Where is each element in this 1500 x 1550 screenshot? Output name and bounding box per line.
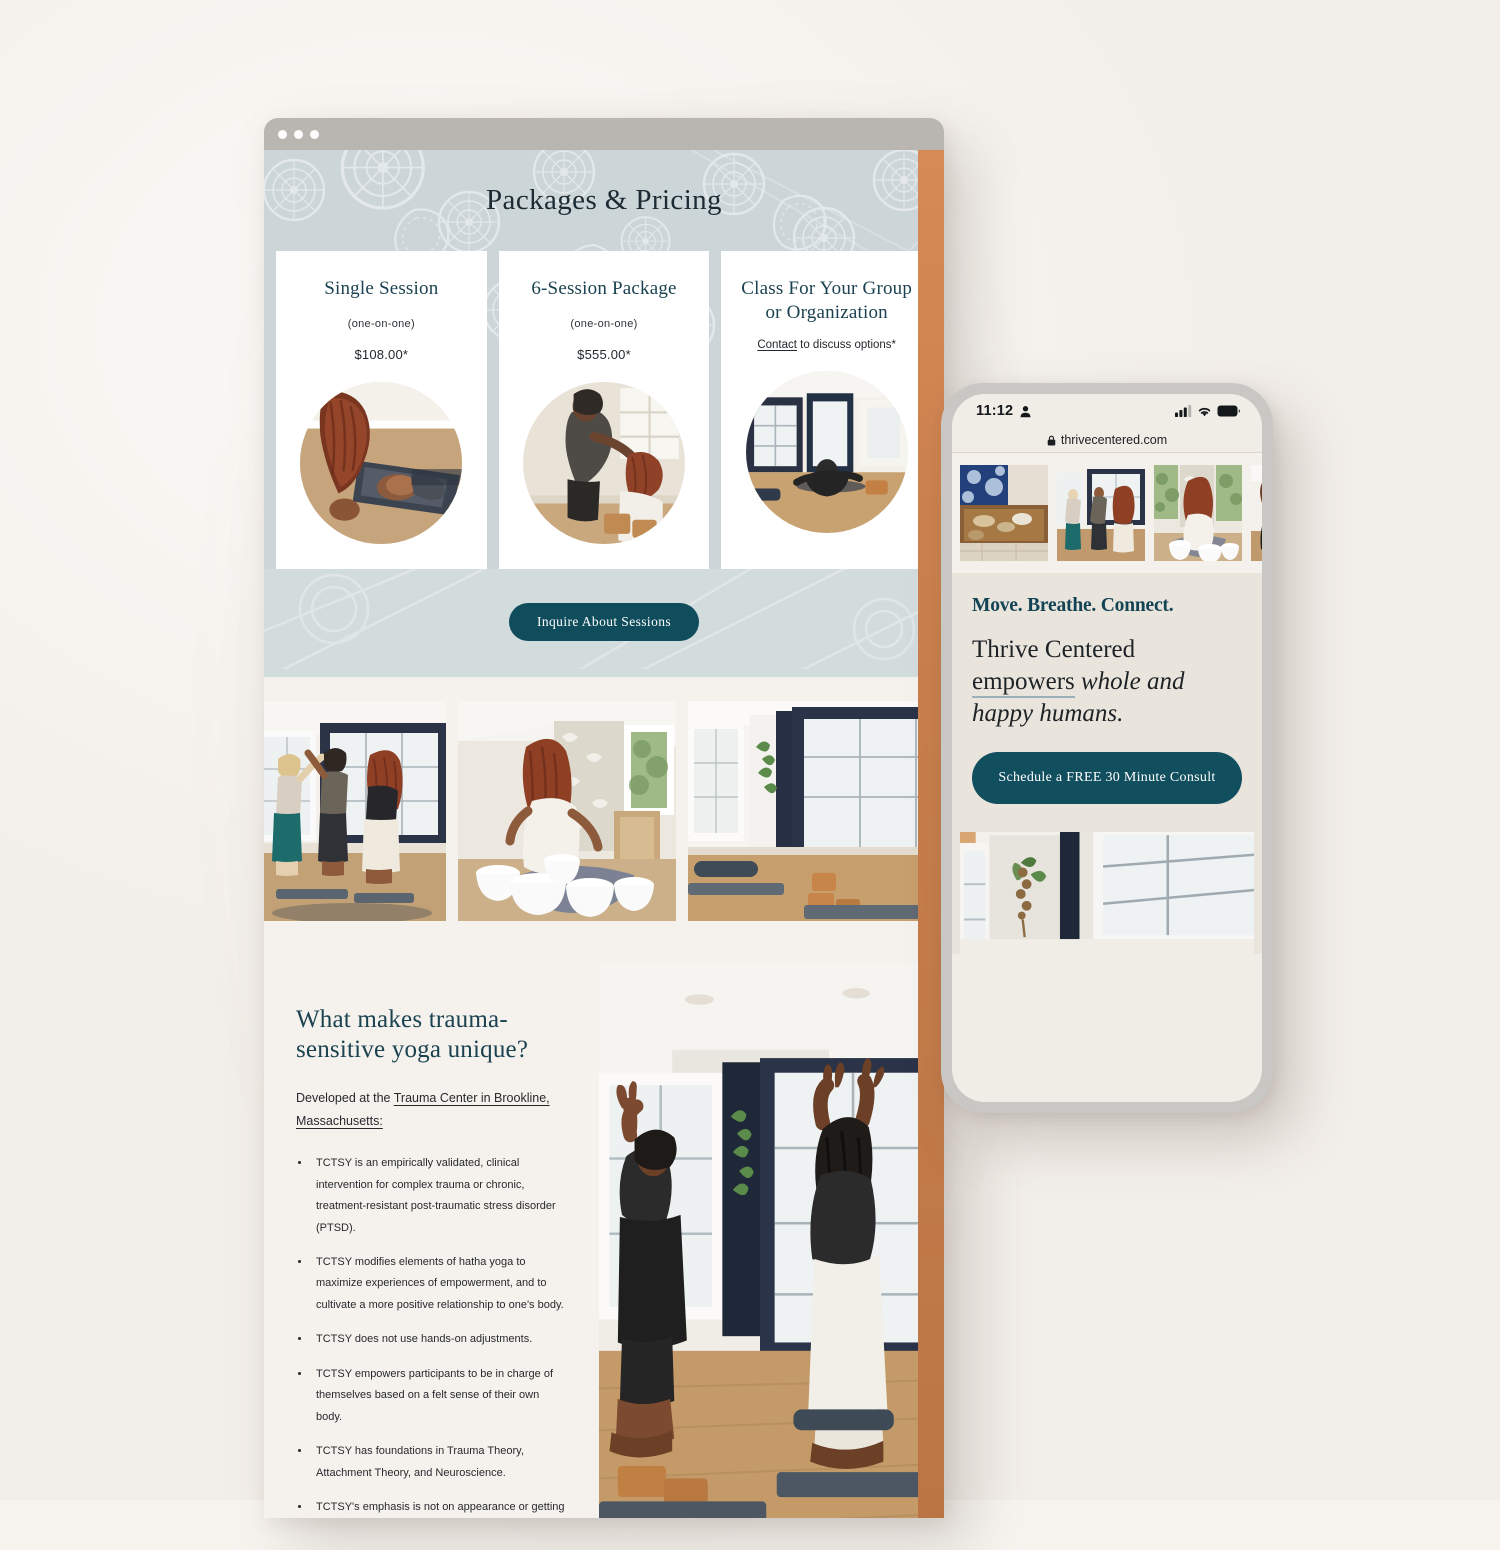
article-heading: What makes trauma-sensitive yoga unique? — [296, 1006, 529, 1063]
gallery-image-high-five[interactable] — [264, 701, 446, 921]
phone-url-bar[interactable]: thrivecentered.com — [952, 428, 1262, 453]
hero-eyebrow: Move. Breathe. Connect. — [972, 595, 1174, 616]
browser-mockup: Packages & Pricing Single Session (one-o… — [264, 118, 944, 1518]
article-photo — [599, 963, 944, 1518]
window-minimize-dot-icon[interactable] — [294, 129, 303, 139]
status-bar-right — [1175, 405, 1240, 417]
hero-headline: Thrive Centered empowers whole and happy… — [972, 634, 1242, 730]
person-icon — [1020, 405, 1031, 417]
phone-mockup: 11:12 thrivecentered.com Move. Breathe. … — [941, 383, 1273, 1113]
carousel-thumb-singing-bowls-tray[interactable] — [960, 465, 1048, 561]
browser-title-bar — [264, 118, 944, 150]
list-item: TCTSY has foundations in Trauma Theory, … — [311, 1441, 565, 1484]
carousel-thumb-woman-bowls-window[interactable] — [1154, 465, 1242, 561]
wifi-icon — [1198, 407, 1211, 417]
battery-icon — [1217, 405, 1240, 417]
article-bullet-list: TCTSY is an empirically validated, clini… — [296, 1153, 565, 1518]
phone-image-carousel[interactable] — [952, 453, 1262, 573]
lock-icon — [1047, 435, 1056, 446]
pricing-card-photo — [300, 381, 463, 544]
status-time: 11:12 — [976, 403, 1014, 419]
list-item: TCTSY is an empirically validated, clini… — [311, 1153, 565, 1239]
carousel-thumb-arms-raised[interactable] — [1251, 465, 1262, 561]
pricing-card-title: Single Session — [324, 278, 439, 299]
pricing-card-photo — [745, 370, 908, 533]
pricing-card-single-session[interactable]: Single Session (one-on-one) $108.00* — [276, 251, 487, 569]
pricing-section: Packages & Pricing Single Session (one-o… — [264, 150, 944, 569]
list-item: TCTSY empowers participants to be in cha… — [311, 1364, 565, 1428]
pricing-card-price: $555.00* — [577, 346, 631, 362]
page-title: Packages & Pricing — [486, 184, 722, 216]
pricing-card-price: $108.00* — [354, 346, 409, 362]
phone-url-text: thrivecentered.com — [1060, 433, 1168, 447]
cta-band: Inquire About Sessions — [264, 569, 944, 677]
carousel-thumb-high-five[interactable] — [1057, 465, 1145, 561]
pricing-cards-row: Single Session (one-on-one) $108.00* 6-S… — [264, 251, 944, 569]
pricing-card-six-session[interactable]: 6-Session Package (one-on-one) $555.00* — [498, 251, 710, 569]
article-lead-prefix: Developed at the — [296, 1091, 394, 1105]
status-bar-left: 11:12 — [976, 403, 1032, 419]
phone-screen[interactable]: 11:12 thrivecentered.com Move. Breathe. … — [952, 394, 1262, 1102]
schedule-consult-button[interactable]: Schedule a FREE 30 Minute Consult — [972, 752, 1242, 805]
window-maximize-dot-icon[interactable] — [310, 129, 319, 139]
list-item: TCTSY does not use hands-on adjustments. — [311, 1329, 565, 1350]
article-lead-paragraph: Developed at the Trauma Center in Brookl… — [296, 1087, 565, 1133]
browser-viewport[interactable]: Packages & Pricing Single Session (one-o… — [264, 150, 944, 1518]
pricing-card-group-class[interactable]: Class For Your Group or Organization Con… — [721, 251, 933, 569]
pricing-card-subtitle: (one-on-one) — [570, 317, 638, 330]
phone-status-bar: 11:12 — [952, 394, 1262, 428]
pricing-card-title: Class For Your Group or Organization — [741, 278, 913, 323]
phone-hero-section: Move. Breathe. Connect. Thrive Centered … — [952, 573, 1262, 823]
window-close-dot-icon[interactable] — [278, 129, 287, 139]
pricing-card-contact-line[interactable]: Contact to discuss options* — [757, 339, 896, 351]
inquire-about-sessions-button[interactable]: Inquire About Sessions — [508, 603, 700, 641]
photo-gallery-row — [264, 677, 944, 949]
article-section: What makes trauma-sensitive yoga unique?… — [264, 949, 944, 1518]
gallery-image-empty-studio[interactable] — [688, 701, 944, 921]
pricing-card-subtitle: (one-on-one) — [347, 317, 415, 330]
hero-headline-emphasis: empowers — [972, 668, 1075, 698]
article-text-column: What makes trauma-sensitive yoga unique?… — [264, 963, 599, 1518]
hero-headline-line1: Thrive Centered — [972, 636, 1136, 663]
pricing-card-title: 6-Session Package — [531, 278, 677, 299]
gallery-image-singing-bowls[interactable] — [458, 701, 676, 921]
cellular-bars-icon — [1175, 405, 1192, 417]
list-item: TCTSY modifies elements of hatha yoga to… — [311, 1252, 565, 1316]
phone-bottom-photo — [952, 822, 1262, 955]
contact-link[interactable]: Contact — [757, 339, 797, 351]
pricing-card-photo — [523, 381, 685, 544]
list-item: TCTSY's emphasis is not on appearance or… — [311, 1497, 565, 1518]
contact-rest-text: to discuss options* — [796, 338, 897, 351]
